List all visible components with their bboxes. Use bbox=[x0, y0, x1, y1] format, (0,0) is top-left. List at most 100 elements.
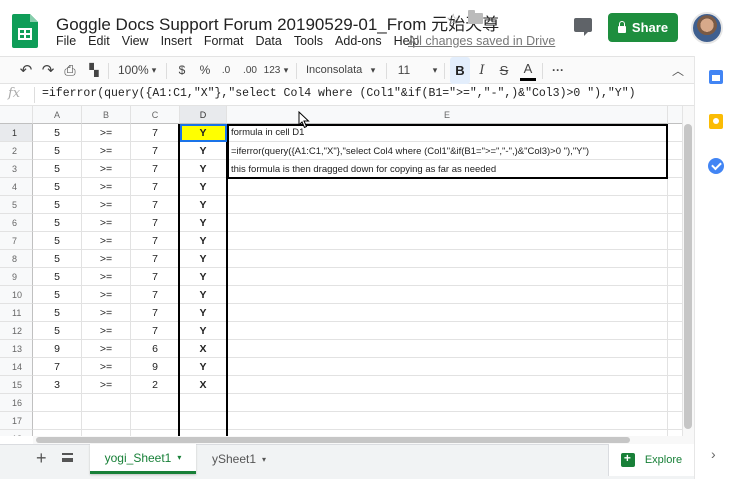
explore-button[interactable]: Explore bbox=[608, 444, 694, 476]
cell-a[interactable]: 9 bbox=[33, 340, 82, 358]
add-sheet-button[interactable]: + bbox=[36, 448, 47, 469]
cell-d[interactable]: Y bbox=[180, 196, 227, 214]
cell-e[interactable] bbox=[227, 394, 668, 412]
row-header[interactable]: 7 bbox=[0, 232, 33, 250]
bold-button[interactable]: B bbox=[450, 57, 470, 84]
cell-e[interactable] bbox=[227, 340, 668, 358]
cell-c[interactable]: 7 bbox=[131, 304, 180, 322]
cell-e[interactable] bbox=[227, 268, 668, 286]
sheet-tab-yogi-sheet1[interactable]: yogi_Sheet1 ▾ bbox=[90, 444, 196, 474]
row-header[interactable]: 9 bbox=[0, 268, 33, 286]
cell-d[interactable]: Y bbox=[180, 214, 227, 232]
cell-a[interactable]: 3 bbox=[33, 376, 82, 394]
cell-d[interactable]: Y bbox=[180, 286, 227, 304]
calendar-icon[interactable] bbox=[709, 70, 723, 84]
font-size-select[interactable]: 11 bbox=[396, 57, 412, 84]
sheets-logo-icon[interactable] bbox=[12, 14, 38, 48]
currency-format-button[interactable]: $ bbox=[176, 57, 188, 84]
cell-e[interactable] bbox=[227, 286, 668, 304]
cell-a[interactable]: 5 bbox=[33, 160, 82, 178]
cell-b[interactable] bbox=[82, 412, 131, 430]
font-caret-icon[interactable]: ▾ bbox=[368, 57, 378, 84]
chevron-right-icon[interactable]: › bbox=[711, 446, 716, 462]
cell-e[interactable] bbox=[227, 214, 668, 232]
cell-d[interactable]: Y bbox=[180, 358, 227, 376]
cell-d[interactable]: Y bbox=[180, 322, 227, 340]
cell-b[interactable] bbox=[82, 394, 131, 412]
cell-e[interactable] bbox=[227, 358, 668, 376]
menu-tools[interactable]: Tools bbox=[288, 34, 329, 50]
horizontal-scroll-thumb[interactable] bbox=[36, 437, 630, 443]
cell-b[interactable]: >= bbox=[82, 268, 131, 286]
cell-a[interactable]: 5 bbox=[33, 250, 82, 268]
cell-c[interactable]: 7 bbox=[131, 322, 180, 340]
cell-d[interactable]: X bbox=[180, 340, 227, 358]
more-formats-button[interactable]: 123 bbox=[262, 57, 282, 84]
cell-d[interactable] bbox=[180, 394, 227, 412]
cell-c[interactable]: 7 bbox=[131, 214, 180, 232]
vertical-scroll-thumb[interactable] bbox=[684, 124, 692, 429]
italic-button[interactable]: I bbox=[474, 57, 490, 84]
cell-b[interactable]: >= bbox=[82, 358, 131, 376]
more-options-button[interactable]: ··· bbox=[550, 57, 566, 84]
cell-a[interactable]: 7 bbox=[33, 358, 82, 376]
menu-insert[interactable]: Insert bbox=[155, 34, 198, 50]
undo-button[interactable]: ↶ bbox=[18, 57, 34, 84]
document-title[interactable]: Goggle Docs Support Forum 20190529-01_Fr… bbox=[56, 10, 499, 35]
comment-icon[interactable] bbox=[574, 18, 592, 36]
cell-c[interactable]: 7 bbox=[131, 286, 180, 304]
cell-b[interactable]: >= bbox=[82, 142, 131, 160]
cell-c[interactable] bbox=[131, 394, 180, 412]
cell-e[interactable] bbox=[227, 250, 668, 268]
tasks-icon[interactable] bbox=[708, 158, 724, 174]
collapse-toolbar-icon[interactable]: ︿ bbox=[672, 62, 684, 79]
row-header[interactable]: 1 bbox=[0, 124, 33, 142]
formula-input[interactable]: =iferror(query({A1:C1,"X"},"select Col4 … bbox=[42, 87, 636, 100]
avatar[interactable] bbox=[691, 12, 723, 44]
chevron-down-icon[interactable]: ▾ bbox=[177, 453, 181, 462]
print-button[interactable]: ⎙ bbox=[62, 57, 78, 84]
cell-a[interactable] bbox=[33, 394, 82, 412]
column-header-e[interactable]: E bbox=[227, 106, 668, 124]
row-header[interactable]: 3 bbox=[0, 160, 33, 178]
row-header[interactable]: 17 bbox=[0, 412, 33, 430]
row-header[interactable]: 11 bbox=[0, 304, 33, 322]
cell-a[interactable]: 5 bbox=[33, 196, 82, 214]
row-header[interactable]: 8 bbox=[0, 250, 33, 268]
font-size-caret-icon[interactable]: ▾ bbox=[430, 57, 440, 84]
cell-d[interactable]: X bbox=[180, 376, 227, 394]
column-header-a[interactable]: A bbox=[33, 106, 82, 124]
cell-d[interactable] bbox=[180, 412, 227, 430]
row-header[interactable]: 12 bbox=[0, 322, 33, 340]
cell-d[interactable]: Y bbox=[180, 142, 227, 160]
decrease-decimals-button[interactable]: .0 bbox=[218, 57, 234, 84]
cell-b[interactable]: >= bbox=[82, 214, 131, 232]
cell-a[interactable]: 5 bbox=[33, 268, 82, 286]
menu-edit[interactable]: Edit bbox=[82, 34, 116, 50]
chevron-down-icon[interactable]: ▾ bbox=[262, 455, 266, 464]
cell-c[interactable]: 9 bbox=[131, 358, 180, 376]
cell-d[interactable]: Y bbox=[180, 178, 227, 196]
cell-e[interactable] bbox=[227, 178, 668, 196]
increase-decimals-button[interactable]: .00 bbox=[240, 57, 260, 84]
font-select[interactable]: Inconsolata bbox=[306, 57, 362, 84]
row-header[interactable]: 18 bbox=[0, 430, 33, 436]
row-header[interactable]: 6 bbox=[0, 214, 33, 232]
column-header-b[interactable]: B bbox=[82, 106, 131, 124]
cell-e[interactable] bbox=[227, 304, 668, 322]
cell-a[interactable] bbox=[33, 412, 82, 430]
menu-data[interactable]: Data bbox=[249, 34, 287, 50]
cell-b[interactable]: >= bbox=[82, 124, 131, 142]
menu-view[interactable]: View bbox=[116, 34, 155, 50]
cell-b[interactable]: >= bbox=[82, 376, 131, 394]
zoom-select[interactable]: 100% bbox=[118, 57, 149, 84]
cell-a[interactable]: 5 bbox=[33, 232, 82, 250]
share-button[interactable]: Share bbox=[608, 13, 678, 42]
cell-b[interactable]: >= bbox=[82, 178, 131, 196]
cell-e[interactable] bbox=[227, 412, 668, 430]
folder-icon[interactable] bbox=[468, 10, 483, 24]
cell-b[interactable]: >= bbox=[82, 250, 131, 268]
cell-c[interactable] bbox=[131, 412, 180, 430]
cell-a[interactable]: 5 bbox=[33, 214, 82, 232]
cell-c[interactable]: 7 bbox=[131, 160, 180, 178]
